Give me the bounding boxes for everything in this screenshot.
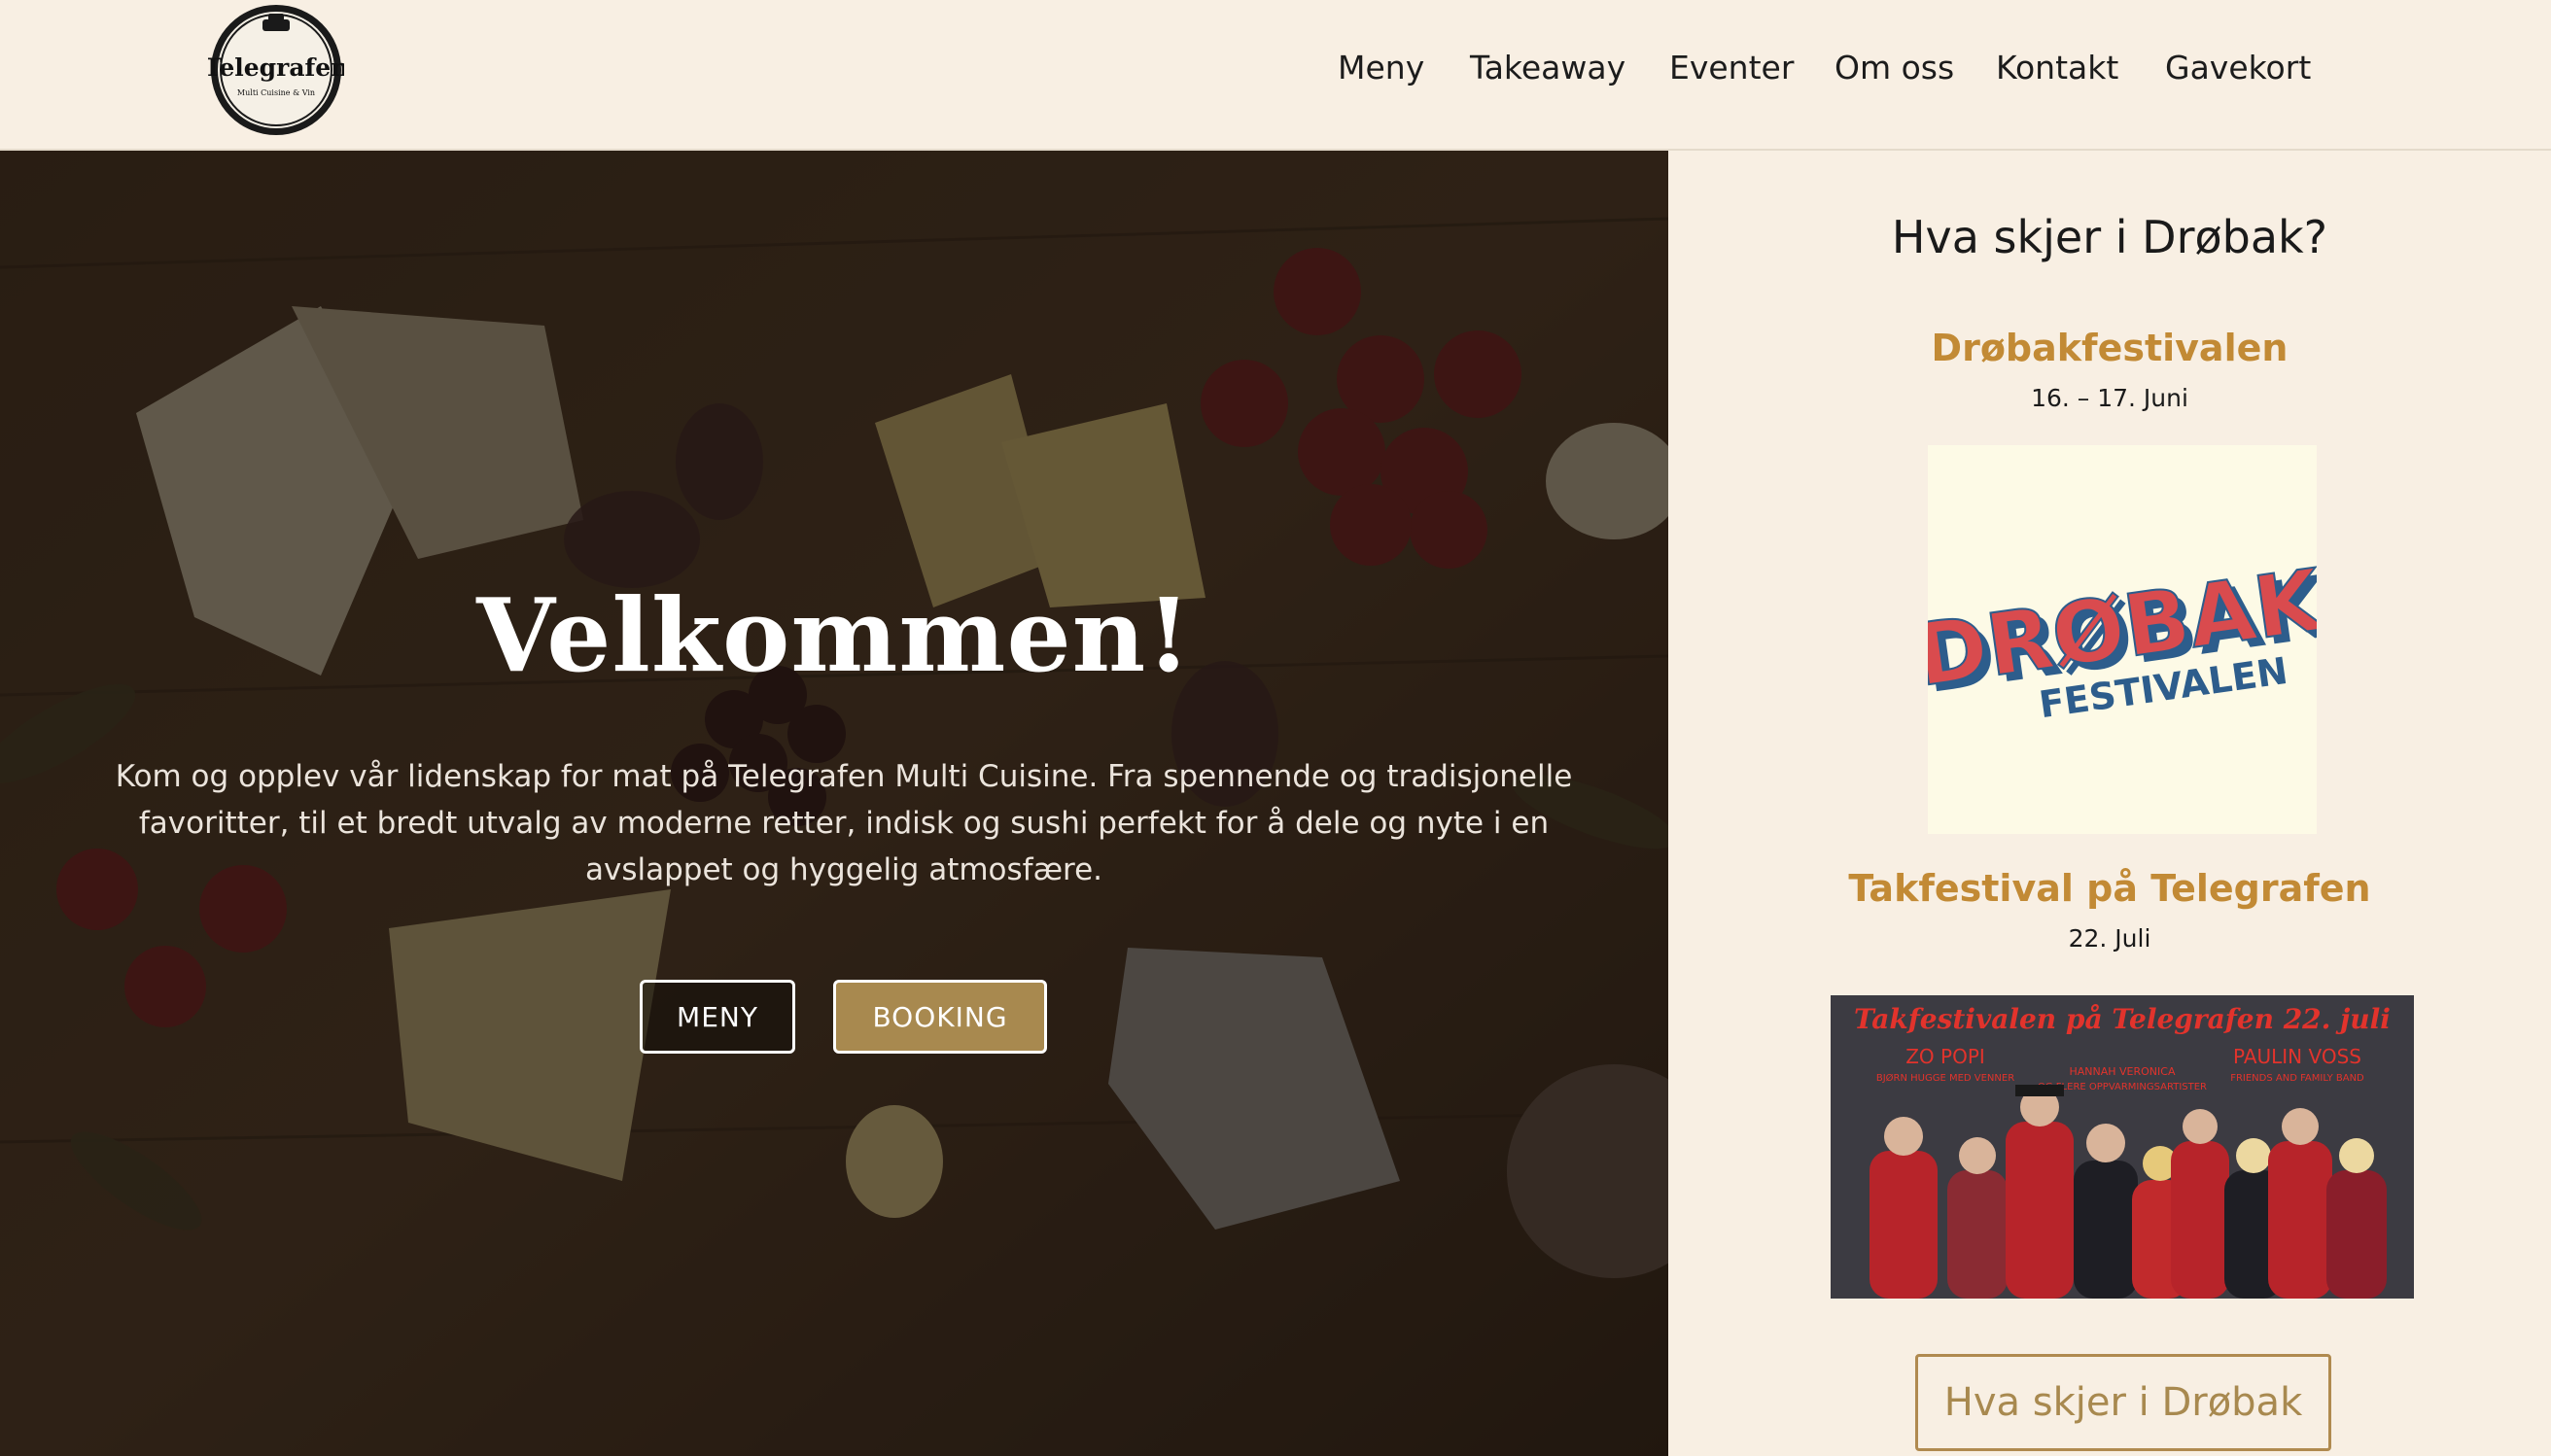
event-date: 16. – 17. Juni (2031, 384, 2188, 412)
svg-text:Telegrafen: Telegrafen (208, 53, 344, 82)
takfestival-band-photo: Takfestivalen på Telegrafen 22. juli ZO … (1831, 995, 2414, 1299)
svg-text:FRIENDS AND FAMILY BAND: FRIENDS AND FAMILY BAND (2230, 1073, 2364, 1084)
nav-item-kontakt[interactable]: Kontakt (1996, 49, 2118, 87)
logo-badge-icon: Telegrafen Multi Cuisine & Vin (208, 5, 344, 135)
svg-text:BJØRN HUGGE MED VENNER: BJØRN HUGGE MED VENNER (1876, 1072, 2014, 1084)
festival-logo-image: DRØBAK DRØBAK FESTIVALEN (1909, 548, 2338, 726)
event-date: 22. Juli (2068, 924, 2151, 953)
svg-text:PAULIN VOSS: PAULIN VOSS (2233, 1045, 2361, 1068)
drobakfestivalen-poster[interactable]: DRØBAK DRØBAK FESTIVALEN (1909, 445, 2338, 834)
booking-button[interactable]: BOOKING (833, 980, 1047, 1054)
nav-item-meny[interactable]: Meny (1338, 49, 1424, 87)
hero-section: Velkommen! Kom og opplev vår lidenskap f… (0, 151, 1668, 1456)
telegrafen-logo[interactable]: Telegrafen Multi Cuisine & Vin (208, 2, 344, 138)
svg-text:ZO POPI: ZO POPI (1905, 1045, 1985, 1068)
site-header: Telegrafen Multi Cuisine & Vin Meny Take… (0, 0, 2551, 151)
main-nav: Meny Takeaway Eventer Om oss Kontakt Gav… (1312, 49, 2551, 97)
nav-item-takeaway[interactable]: Takeaway (1470, 49, 1625, 87)
hero-title: Velkommen! (476, 575, 1192, 695)
hero-description: Kom og opplev vår lidenskap for mat på T… (115, 759, 1573, 887)
nav-item-om-oss[interactable]: Om oss (1835, 49, 1954, 87)
hva-skjer-button[interactable]: Hva skjer i Drøbak (1915, 1354, 2331, 1451)
meny-button[interactable]: MENY (640, 980, 795, 1054)
sidebar-title: Hva skjer i Drøbak? (1891, 211, 2328, 263)
event-title-drobakfestivalen[interactable]: Drøbakfestivalen (1668, 327, 2551, 369)
nav-item-eventer[interactable]: Eventer (1669, 49, 1794, 87)
events-sidebar: Hva skjer i Drøbak? Drøbakfestivalen 16.… (1668, 151, 2551, 1456)
svg-text:Takfestivalen på Telegrafen 22: Takfestivalen på Telegrafen 22. juli (1854, 1003, 2391, 1035)
nav-item-gavekort[interactable]: Gavekort (2165, 49, 2311, 87)
event-title-takfestival[interactable]: Takfestival på Telegrafen (1668, 867, 2551, 910)
svg-text:HANNAH VERONICA: HANNAH VERONICA (2069, 1065, 2175, 1078)
svg-text:Multi Cuisine & Vin: Multi Cuisine & Vin (237, 88, 315, 97)
takfestival-poster[interactable]: Takfestivalen på Telegrafen 22. juli ZO … (1831, 995, 2414, 1299)
